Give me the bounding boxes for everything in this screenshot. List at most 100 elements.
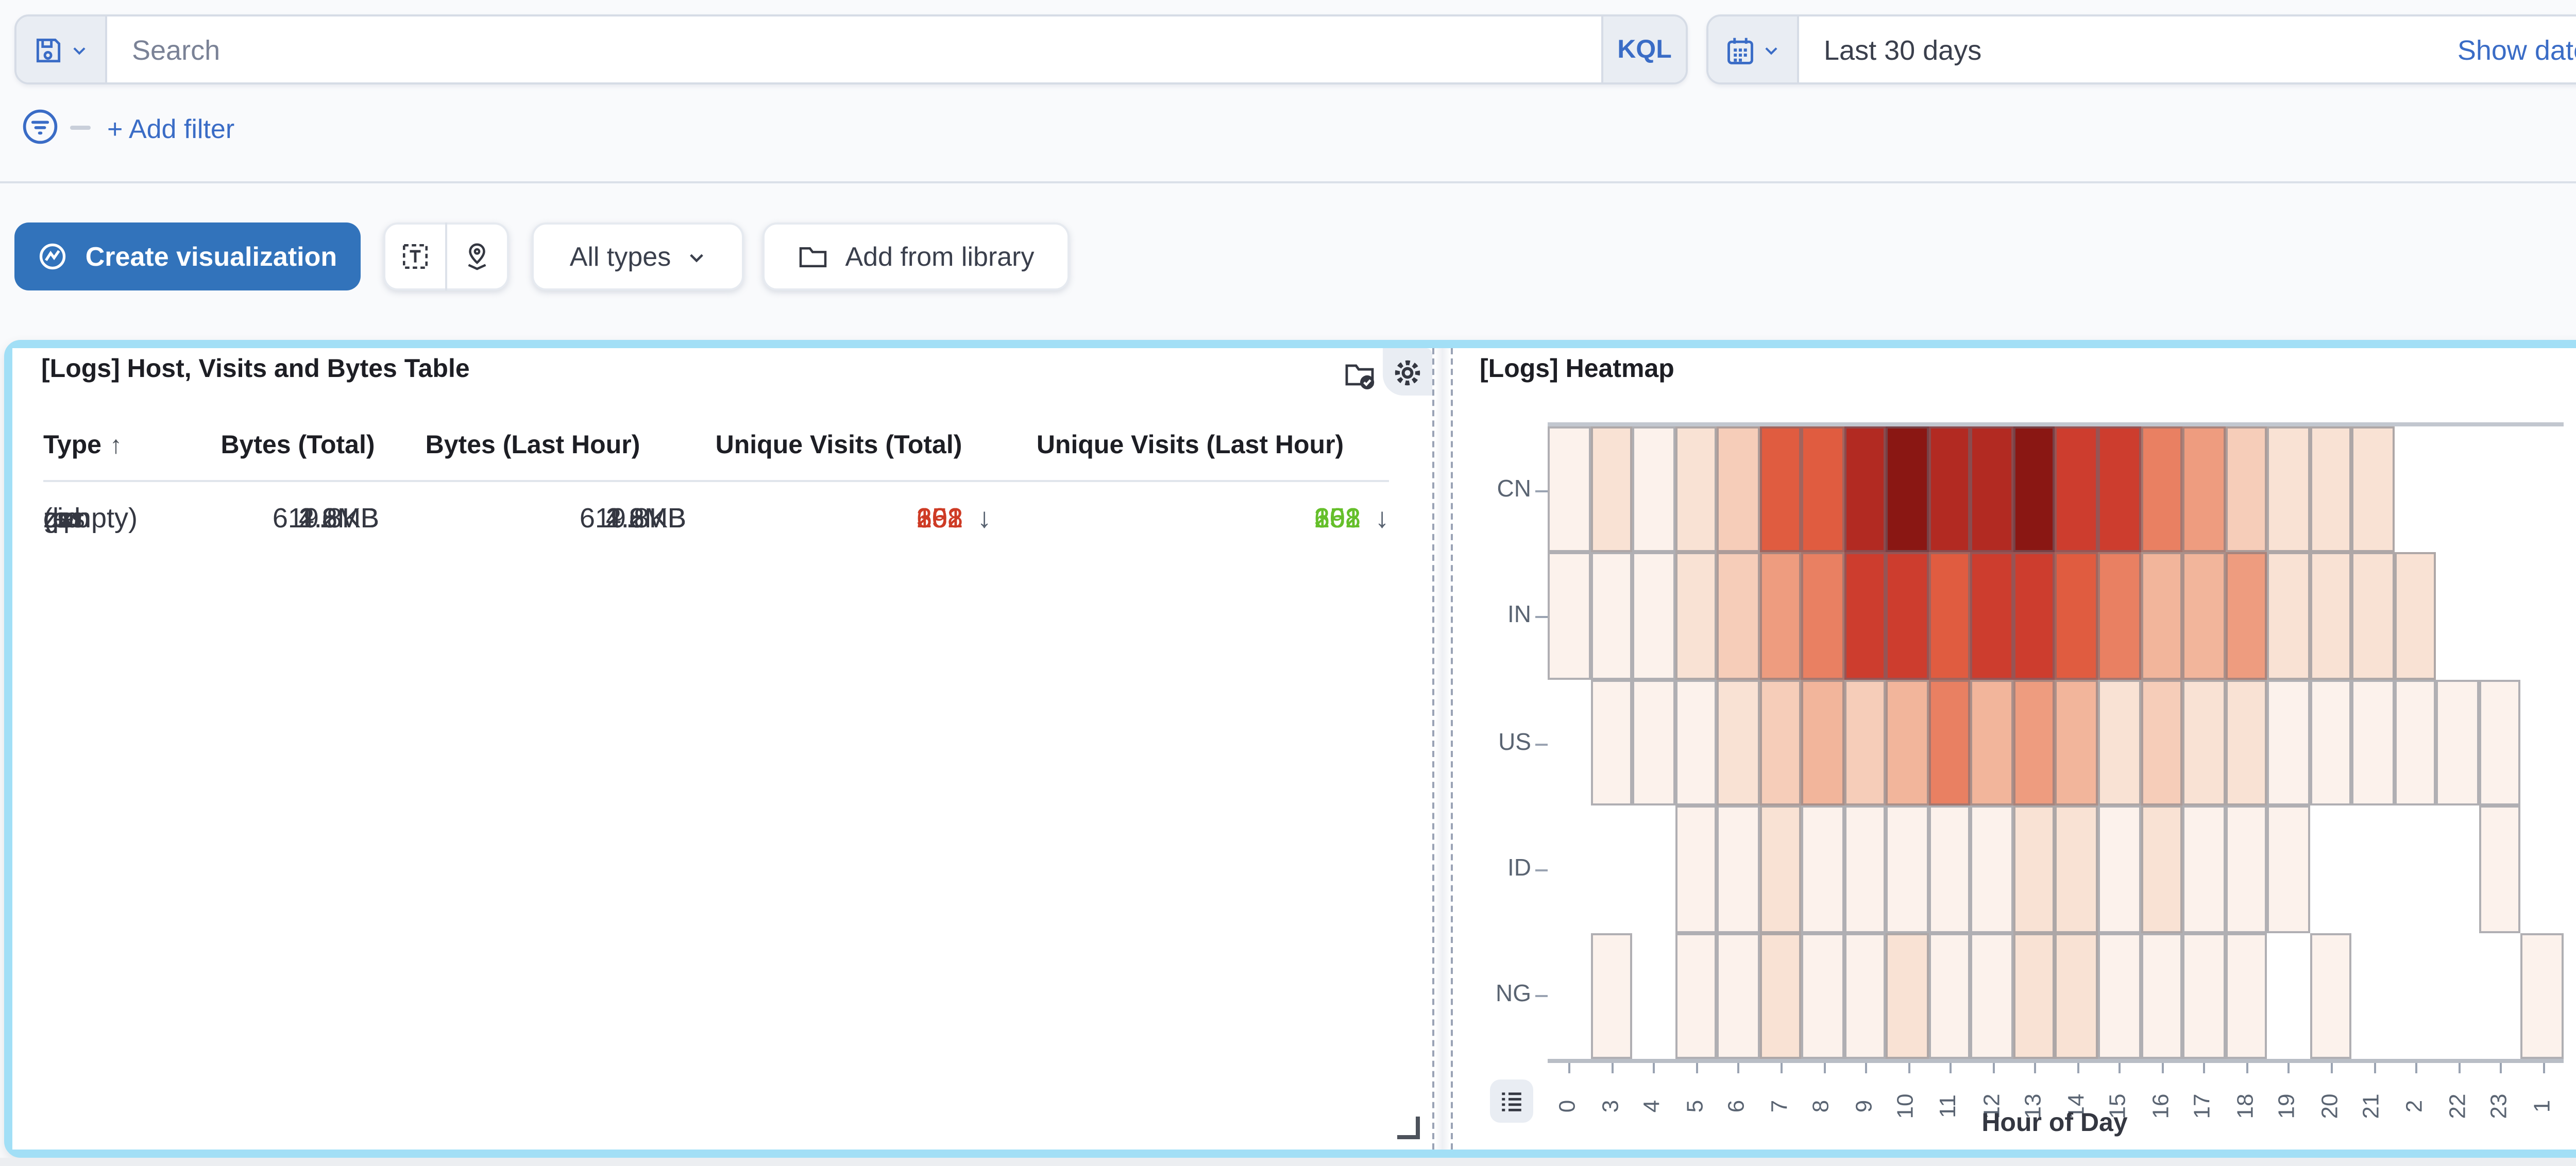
time-range-value[interactable]: Last 30 days [1799, 16, 2458, 82]
heatmap-cell[interactable] [2310, 679, 2352, 806]
add-filter-link[interactable]: + Add filter [107, 113, 234, 144]
heatmap-cell[interactable] [1971, 932, 2013, 1059]
heatmap-cell[interactable] [2479, 679, 2521, 806]
heatmap-cell[interactable] [1717, 553, 1759, 680]
heatmap-cell[interactable] [1844, 426, 1886, 553]
heatmap-cell[interactable] [1632, 553, 1674, 680]
heatmap-cell[interactable] [2098, 553, 2140, 680]
heatmap-cell[interactable] [2394, 679, 2436, 806]
heatmap-cell[interactable] [2521, 932, 2564, 1059]
heatmap-cell[interactable] [2352, 426, 2394, 553]
heatmap-cell[interactable] [2140, 553, 2182, 680]
heatmap-cell[interactable] [1548, 553, 1590, 680]
heatmap-cell[interactable] [2394, 553, 2436, 680]
heatmap-cell[interactable] [1674, 806, 1717, 933]
heatmap-cell[interactable] [2182, 806, 2225, 933]
heatmap-cell[interactable] [1844, 679, 1886, 806]
heatmap-cell[interactable] [1674, 553, 1717, 680]
heatmap-cell[interactable] [1886, 679, 1928, 806]
heatmap-cell[interactable] [1590, 426, 1632, 553]
heatmap-cell[interactable] [2013, 806, 2056, 933]
saved-query-menu-button[interactable] [16, 16, 107, 82]
heatmap-cell[interactable] [2140, 679, 2182, 806]
heatmap-cell[interactable] [2267, 426, 2310, 553]
heatmap-cell[interactable] [1548, 426, 1590, 553]
heatmap-cell[interactable] [1632, 679, 1674, 806]
heatmap-cell[interactable] [2013, 932, 2056, 1059]
heatmap-cell[interactable] [1928, 426, 1971, 553]
heatmap-cell[interactable] [1844, 806, 1886, 933]
heatmap-cell[interactable] [1590, 679, 1632, 806]
heatmap-cell[interactable] [2225, 553, 2267, 680]
heatmap-cell[interactable] [1886, 426, 1928, 553]
heatmap-cell[interactable] [2225, 932, 2267, 1059]
heatmap-cell[interactable] [2013, 679, 2056, 806]
heatmap-cell[interactable] [1717, 426, 1759, 553]
panel-settings-button[interactable] [1383, 348, 1432, 396]
heatmap-cell[interactable] [1802, 679, 1844, 806]
heatmap-cell[interactable] [1928, 806, 1971, 933]
column-header-unique-visits-total[interactable]: Unique Visits (Total) [686, 431, 991, 459]
create-visualization-button[interactable]: Create visualization [14, 222, 361, 290]
heatmap-cell[interactable] [2436, 679, 2479, 806]
heatmap-cell[interactable] [1802, 426, 1844, 553]
column-header-type[interactable]: Type ↑ [43, 431, 216, 459]
heatmap-cell[interactable] [1928, 932, 1971, 1059]
heatmap-cell[interactable] [1886, 932, 1928, 1059]
heatmap-cell[interactable] [2056, 553, 2098, 680]
heatmap-cell[interactable] [2352, 553, 2394, 680]
heatmap-cell[interactable] [1844, 553, 1886, 680]
add-map-button[interactable] [447, 222, 507, 290]
heatmap-cell[interactable] [2267, 679, 2310, 806]
heatmap-cell[interactable] [2098, 426, 2140, 553]
heatmap-cell[interactable] [2225, 679, 2267, 806]
heatmap-cell[interactable] [1928, 679, 1971, 806]
heatmap-cell[interactable] [2182, 679, 2225, 806]
heatmap-cell[interactable] [1886, 553, 1928, 680]
heatmap-cell[interactable] [1759, 806, 1802, 933]
heatmap-cell[interactable] [2352, 679, 2394, 806]
heatmap-cell[interactable] [1717, 932, 1759, 1059]
column-header-bytes-last-hour[interactable]: Bytes (Last Hour) [379, 431, 686, 459]
panel-resize-handle[interactable] [1397, 1117, 1420, 1139]
heatmap-cell[interactable] [1802, 553, 1844, 680]
heatmap-cell[interactable] [2098, 806, 2140, 933]
search-input[interactable] [107, 16, 1601, 82]
heatmap-cell[interactable] [1590, 553, 1632, 680]
heatmap-cell[interactable] [1971, 553, 2013, 680]
heatmap-cell[interactable] [1971, 679, 2013, 806]
heatmap-cell[interactable] [2310, 932, 2352, 1059]
heatmap-cell[interactable] [1632, 426, 1674, 553]
legend-toggle-button[interactable] [1490, 1079, 1533, 1123]
heatmap-cell[interactable] [2140, 806, 2182, 933]
save-to-library-button[interactable] [1344, 358, 1377, 402]
heatmap-cell[interactable] [2225, 806, 2267, 933]
panel-title[interactable]: [Logs] Heatmap [1480, 354, 1674, 383]
add-from-library-button[interactable]: Add from library [762, 222, 1070, 290]
heatmap-cell[interactable] [2225, 426, 2267, 553]
column-header-bytes-total[interactable]: Bytes (Total) [216, 431, 379, 459]
heatmap-cell[interactable] [1971, 426, 2013, 553]
kql-button[interactable]: KQL [1601, 16, 1686, 82]
heatmap-cell[interactable] [2182, 553, 2225, 680]
heatmap-cell[interactable] [2310, 426, 2352, 553]
heatmap-cell[interactable] [1717, 679, 1759, 806]
heatmap-cell[interactable] [1759, 679, 1802, 806]
heatmap-cell[interactable] [2098, 679, 2140, 806]
heatmap-cell[interactable] [2056, 932, 2098, 1059]
add-text-button[interactable] [385, 222, 445, 290]
heatmap-cell[interactable] [1590, 932, 1632, 1059]
heatmap-cell[interactable] [1802, 932, 1844, 1059]
heatmap-cell[interactable] [2056, 806, 2098, 933]
heatmap-cell[interactable] [2479, 806, 2521, 933]
heatmap-cell[interactable] [2267, 806, 2310, 933]
heatmap-cell[interactable] [2182, 426, 2225, 553]
heatmap-cell[interactable] [2056, 679, 2098, 806]
heatmap-cell[interactable] [1759, 932, 1802, 1059]
heatmap-cell[interactable] [2013, 426, 2056, 553]
panel-title[interactable]: [Logs] Host, Visits and Bytes Table [41, 354, 470, 383]
heatmap-cell[interactable] [2140, 426, 2182, 553]
heatmap-cell[interactable] [1971, 806, 2013, 933]
heatmap-cell[interactable] [2182, 932, 2225, 1059]
heatmap-cell[interactable] [1674, 679, 1717, 806]
